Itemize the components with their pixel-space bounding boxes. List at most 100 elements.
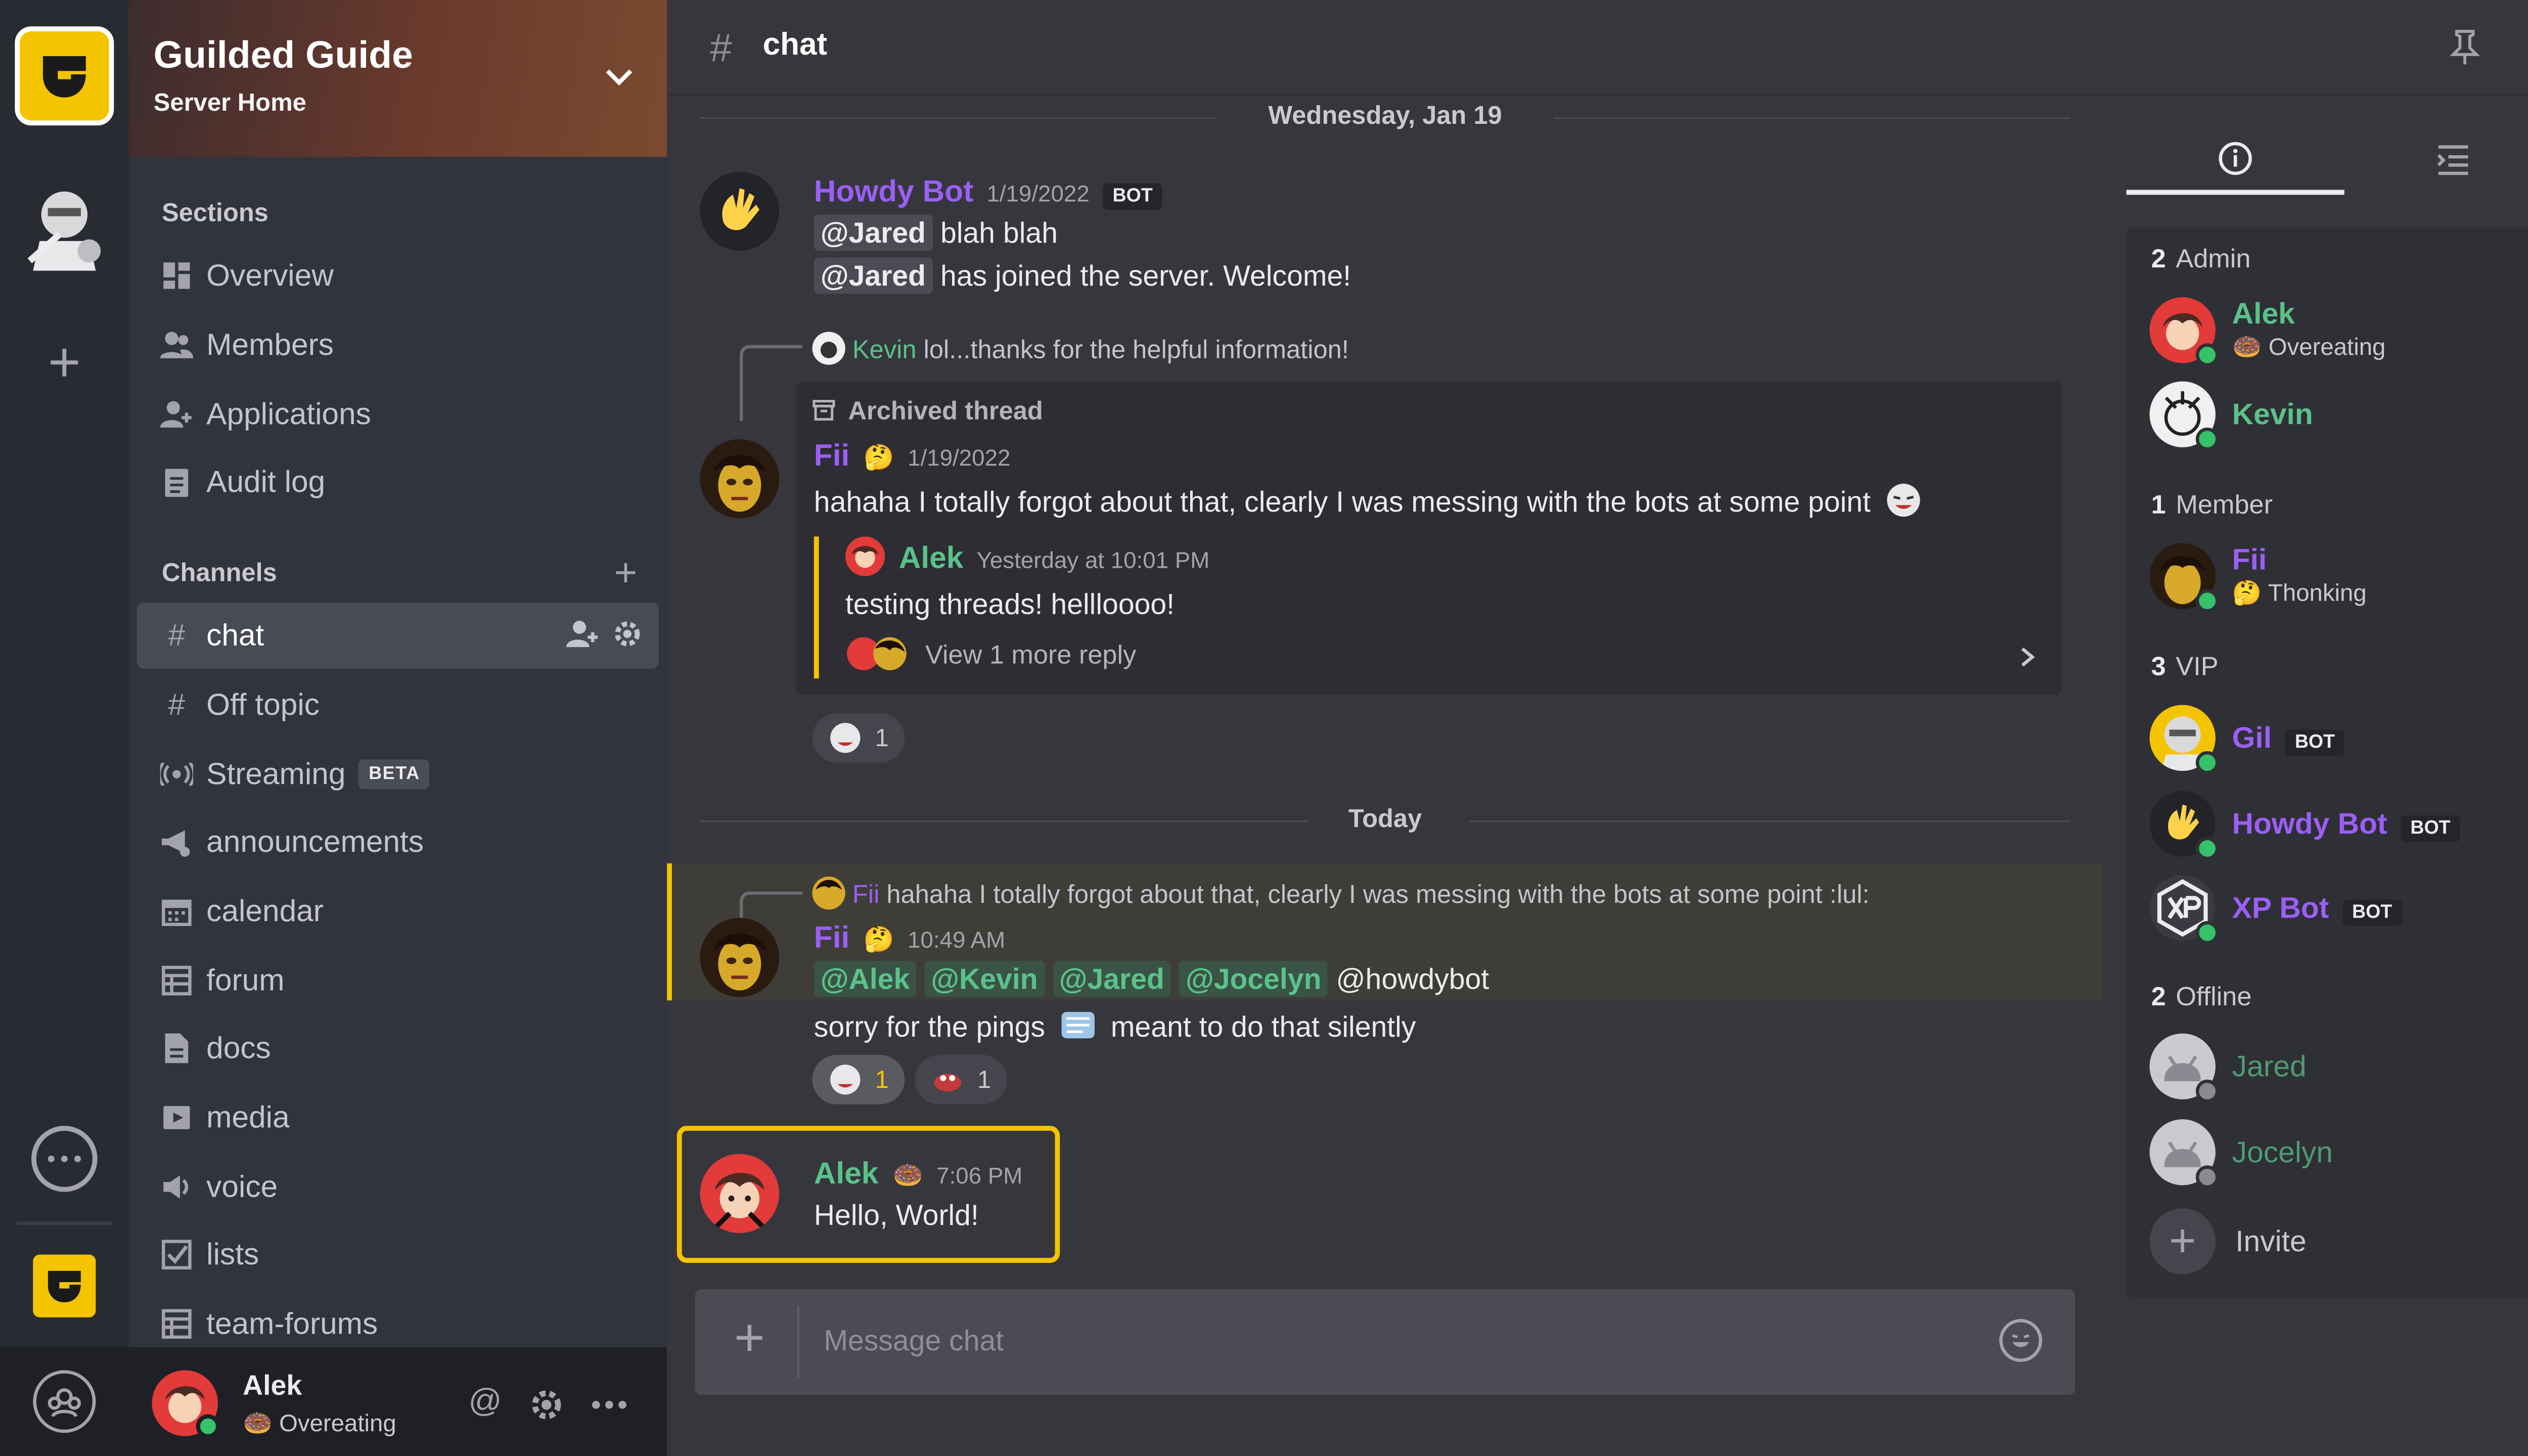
member-item-jared[interactable]: Jared [2149, 1033, 2528, 1103]
server-rail: + [0, 0, 129, 1456]
tab-info[interactable] [2126, 125, 2344, 195]
reply-reference[interactable]: Fii hahaha I totally forgot about that, … [812, 876, 1869, 912]
message-text: hahaha I totally forgot about that, clea… [814, 485, 1871, 519]
hash-icon: # [710, 26, 732, 71]
chevron-right-icon[interactable] [2019, 646, 2036, 669]
members-icon [160, 329, 194, 361]
member-item-kevin[interactable]: Kevin [2149, 381, 2528, 451]
reply-connector [739, 345, 802, 421]
member-item-jocelyn[interactable]: Jocelyn [2149, 1119, 2528, 1189]
gear-icon[interactable] [528, 1387, 565, 1423]
composer-divider [797, 1305, 799, 1379]
channel-off-topic[interactable]: # Off topic [137, 672, 659, 738]
member-item-gil[interactable]: Gil BOT [2149, 705, 2528, 775]
mention[interactable]: @Jared [814, 214, 933, 251]
beta-badge: BETA [358, 759, 430, 789]
channel-chat[interactable]: # chat [137, 602, 659, 669]
message-input[interactable]: Message chat [824, 1324, 1004, 1359]
author-name[interactable]: Fii [814, 920, 850, 954]
mention[interactable]: @Jared [814, 257, 933, 294]
chevron-down-icon[interactable] [604, 63, 634, 93]
avatar[interactable] [152, 1370, 220, 1438]
reaction-count: 1 [875, 1065, 889, 1094]
author-name[interactable]: Alek [899, 540, 964, 575]
channel-label: forum [206, 962, 285, 997]
mention-icon[interactable]: @ [468, 1383, 502, 1423]
reaction-button[interactable]: 1 [812, 1055, 906, 1105]
user-bar: Alek 🍩 Overeating @ [128, 1347, 667, 1456]
sidebar-item-applications[interactable]: Applications [137, 381, 659, 447]
view-more-replies[interactable]: View 1 more reply [845, 635, 1136, 672]
reply-reference[interactable]: Kevin lol...thanks for the helpful infor… [812, 332, 1349, 367]
author-name[interactable]: Alek [814, 1156, 879, 1191]
pepe-emoji-icon [934, 1073, 961, 1092]
server-header[interactable]: Guilded Guide Server Home [128, 0, 667, 157]
add-user-icon[interactable] [566, 619, 599, 649]
mention[interactable]: @Jared [1052, 961, 1171, 997]
mention[interactable]: @Alek [814, 961, 917, 997]
mention[interactable]: @Jocelyn [1179, 961, 1328, 997]
group-label-vip: 3 VIP [2151, 654, 2219, 682]
sidebar-item-overview[interactable]: Overview [137, 243, 659, 309]
plus-icon[interactable]: + [31, 330, 98, 396]
channel-label: Off topic [206, 687, 320, 721]
channel-sidebar: Guilded Guide Server Home Sections Overv… [128, 0, 667, 1456]
channel-label: docs [206, 1030, 271, 1065]
avatar[interactable] [700, 1154, 780, 1234]
member-item-xp-bot[interactable]: XP Bot BOT [2149, 875, 2528, 944]
avatar [812, 332, 845, 365]
channel-lists[interactable]: lists [137, 1221, 659, 1288]
channel-label: voice [206, 1168, 278, 1204]
hash-icon: # [168, 687, 186, 721]
bot-badge: BOT [2342, 899, 2402, 926]
emoji-picker-icon[interactable] [1999, 1318, 2043, 1362]
member-list: 2 Admin Alek 🍩 Overeating Kevin 1 Member F… [2126, 228, 2528, 1298]
channel-label: announcements [206, 824, 424, 858]
avatar[interactable] [700, 439, 780, 519]
bot-badge: BOT [1102, 183, 1163, 210]
gear-icon[interactable] [612, 619, 642, 649]
channel-title: chat [762, 28, 828, 63]
chat-bubble-icon[interactable] [31, 1125, 98, 1192]
channel-calendar[interactable]: calendar [137, 878, 659, 944]
author-name[interactable]: Fii [814, 437, 850, 472]
channel-forum[interactable]: forum [137, 947, 659, 1014]
pin-icon[interactable] [2450, 30, 2480, 66]
member-item-alek[interactable]: Alek 🍩 Overeating [2149, 297, 2528, 367]
channel-streaming[interactable]: Streaming BETA [137, 741, 659, 807]
user-status[interactable]: 🍩 Overeating [243, 1410, 396, 1438]
member-name: Fii [2232, 543, 2267, 576]
invite-button[interactable]: + Invite [2149, 1208, 2307, 1275]
add-channel-icon[interactable]: + [614, 554, 638, 594]
tab-threads[interactable] [2344, 125, 2528, 195]
avatar[interactable] [700, 171, 780, 251]
date-divider: Wednesday, Jan 19 [700, 102, 2070, 135]
channel-docs[interactable]: docs [137, 1015, 659, 1081]
channel-label: team-forums [206, 1305, 378, 1341]
guilded-logo-icon[interactable] [15, 26, 114, 126]
reaction-button[interactable]: 1 [812, 713, 906, 763]
author-name[interactable]: Howdy Bot [814, 173, 973, 208]
sidebar-item-members[interactable]: Members [137, 312, 659, 378]
channel-announcements[interactable]: announcements [137, 809, 659, 875]
avatar[interactable] [700, 918, 780, 997]
status-emoji: 🍩 [892, 1162, 924, 1191]
reaction-button[interactable]: 1 [914, 1055, 1008, 1105]
guilded-icon[interactable] [33, 1254, 96, 1317]
support-icon[interactable] [33, 1370, 96, 1433]
channel-media[interactable]: media [137, 1084, 659, 1151]
channel-voice[interactable]: voice [137, 1154, 659, 1220]
mention[interactable]: @Kevin [924, 961, 1045, 997]
timestamp: 1/19/2022 [908, 444, 1011, 471]
member-item-fii[interactable]: Fii 🤔 Thonking [2149, 543, 2528, 613]
attach-plus-icon[interactable]: + [725, 1311, 774, 1363]
member-item-howdy-bot[interactable]: Howdy Bot BOT [2149, 791, 2528, 860]
reaction-count: 1 [875, 723, 889, 752]
thread-reply-text: testing threads! hellloooo! [845, 587, 1175, 621]
channel-label: chat [206, 617, 264, 652]
knight-avatar-icon[interactable] [17, 178, 112, 278]
sidebar-item-audit-log[interactable]: Audit log [137, 449, 659, 515]
timestamp: Yesterday at 10:01 PM [976, 546, 1210, 573]
offline-status-dot [2195, 1165, 2219, 1189]
more-icon[interactable] [591, 1387, 627, 1423]
